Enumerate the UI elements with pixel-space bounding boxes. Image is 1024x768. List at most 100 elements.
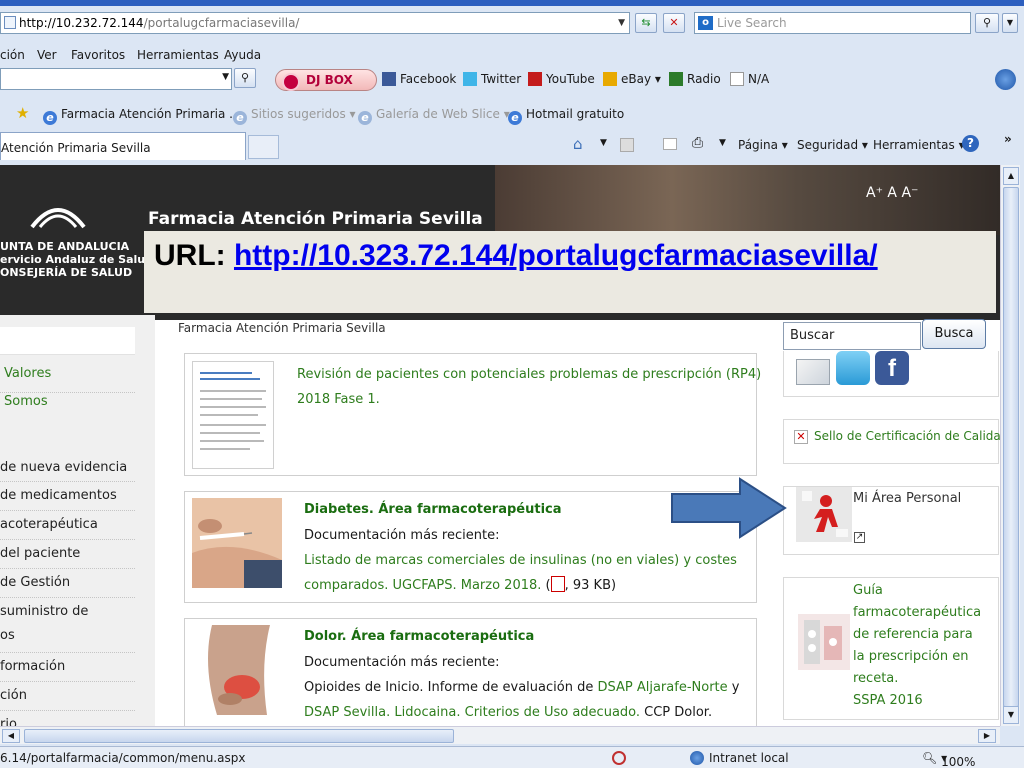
dolor-body: Documentación más reciente: Opioides de …	[304, 650, 739, 725]
annotation-arrow-icon	[671, 477, 787, 539]
menu-ver[interactable]: Ver	[37, 48, 57, 62]
guide-link[interactable]: Guía farmacoterapéutica de referencia pa…	[853, 580, 981, 712]
menu-item-evidencia[interactable]: de nueva evidencia	[0, 453, 135, 482]
dolor-link-sevilla[interactable]: DSAP Sevilla. Lidocaina. Criterios de Us…	[304, 705, 640, 720]
menu-item-gestion[interactable]: de Gestión	[0, 569, 135, 598]
scroll-right-icon[interactable]: ▶	[978, 729, 996, 743]
globe-icon[interactable]	[995, 69, 1016, 90]
dolor-link-aljarafe[interactable]: DSAP Aljarafe-Norte	[597, 680, 727, 695]
diabetes-title[interactable]: Diabetes. Área farmacoterapéutica	[304, 502, 562, 517]
pdf-icon[interactable]	[550, 576, 565, 592]
quality-seal-link[interactable]: ✕ Sello de Certificación de Calidad d	[794, 429, 1000, 444]
menu-favoritos[interactable]: Favoritos	[71, 48, 125, 62]
search-icon[interactable]: ⚲	[234, 68, 256, 88]
command-pagina[interactable]: Página ▾	[738, 138, 788, 152]
toolbar-combo[interactable]: ▼	[0, 68, 232, 90]
diabetes-link-line-1[interactable]: Listado de marcas comerciales de insulin…	[304, 548, 737, 573]
scroll-left-icon[interactable]: ◀	[2, 729, 20, 743]
radio-button[interactable]: Radio	[669, 72, 721, 86]
zoom-control[interactable]: 🔍︎ 100% ▾	[922, 751, 975, 768]
site-title: Farmacia Atención Primaria Sevilla	[148, 209, 483, 229]
vertical-scrollbar[interactable]: ▲ ▼	[1000, 165, 1020, 726]
new-tab-button[interactable]	[248, 135, 279, 159]
favorite-sitios[interactable]: e Sitios sugeridos ▾	[233, 107, 356, 125]
vertical-scroll-thumb[interactable]	[1003, 187, 1019, 707]
font-size-controls[interactable]: A⁺ A A⁻	[866, 185, 918, 201]
favorite-farmacia[interactable]: e Farmacia Atención Primaria ...	[43, 107, 241, 125]
favorite-hotmail-label: Hotmail gratuito	[526, 107, 625, 121]
refresh-icon[interactable]: ⇆	[635, 13, 657, 33]
back-pain-image[interactable]	[192, 625, 282, 715]
chevron-down-icon[interactable]: ▼	[719, 138, 726, 148]
menu-item-suministro-cont[interactable]: os	[0, 624, 135, 653]
stop-icon[interactable]: ✕	[663, 13, 685, 33]
protected-mode-icon[interactable]	[612, 751, 626, 765]
insulin-injection-image[interactable]	[192, 498, 282, 588]
tab-active[interactable]: Atención Primaria Sevilla	[0, 132, 246, 160]
djbox-button[interactable]: DJ BOX	[275, 69, 377, 91]
search-icon[interactable]: ⚲	[975, 13, 999, 33]
scroll-down-icon[interactable]: ▼	[1003, 706, 1019, 724]
status-url: 6.14/portalfarmacia/common/menu.aspx	[0, 751, 246, 765]
twitter-icon[interactable]	[836, 351, 870, 385]
personal-area-image[interactable]	[796, 487, 852, 542]
menu-item-paciente[interactable]: del paciente	[0, 540, 135, 569]
rp4-text[interactable]: Revisión de pacientes con potenciales pr…	[297, 362, 761, 412]
dolor-title[interactable]: Dolor. Área farmacoterapéutica	[304, 629, 534, 644]
help-icon[interactable]: ?	[962, 135, 979, 152]
favorite-galeria[interactable]: e Galería de Web Slice ▾	[358, 107, 510, 125]
favorites-star-icon[interactable]: ★	[16, 104, 29, 122]
menu-item-farmacoterapeutica[interactable]: acoterapéutica	[0, 511, 135, 540]
title-bar-edge	[0, 0, 1024, 6]
guide-line-3: de referencia para	[853, 627, 973, 642]
guide-image[interactable]	[798, 614, 850, 670]
document-thumbnail[interactable]	[192, 361, 274, 469]
chevron-down-icon[interactable]: ▼	[600, 138, 607, 148]
url-link[interactable]: http://10.323.72.144/portalugcfarmaciase…	[234, 239, 878, 272]
live-search-input[interactable]: o Live Search	[694, 12, 971, 34]
menu-item-valores[interactable]: Valores	[0, 363, 135, 393]
horizontal-scrollbar[interactable]: ◀ ▶	[0, 726, 1000, 744]
home-icon[interactable]: ⌂	[573, 135, 583, 153]
address-bar[interactable]: http://10.232.72.144/portalugcfarmaciase…	[0, 12, 630, 34]
personal-area-link[interactable]: Mi Área Personal	[853, 491, 961, 506]
menu-item-formacion[interactable]: formación	[0, 653, 135, 682]
more-commands-icon[interactable]: »	[1004, 132, 1012, 146]
menu-item-medicamentos[interactable]: de medicamentos	[0, 482, 135, 511]
menu-herramientas[interactable]: Herramientas	[137, 48, 219, 62]
youtube-label: YouTube	[546, 72, 595, 86]
status-zone[interactable]: Intranet local	[709, 751, 789, 765]
mail-icon[interactable]	[663, 138, 677, 150]
menu-ayuda[interactable]: Ayuda	[224, 48, 261, 62]
horizontal-scroll-thumb[interactable]	[24, 729, 454, 743]
favorite-hotmail[interactable]: e Hotmail gratuito	[508, 107, 624, 125]
feeds-icon[interactable]	[620, 138, 634, 152]
email-icon[interactable]	[796, 359, 830, 385]
scroll-up-icon[interactable]: ▲	[1003, 167, 1019, 185]
na-button[interactable]: N/A	[730, 72, 769, 86]
menu-item-rio[interactable]: rio	[0, 711, 135, 726]
diabetes-link-line-2[interactable]: comparados. UGCFAPS. Marzo 2018.	[304, 578, 541, 593]
junta-line-3: ONSEJERÍA DE SALUD	[0, 266, 133, 279]
facebook-icon[interactable]: f	[875, 351, 909, 385]
command-herramientas[interactable]: Herramientas ▾	[873, 138, 965, 152]
menu-item-suministro[interactable]: suministro de	[0, 598, 135, 624]
site-search-button[interactable]: Busca	[922, 319, 986, 349]
junta-line-2: ervicio Andaluz de Salud	[0, 253, 153, 266]
site-search-input[interactable]: Buscar	[783, 322, 921, 350]
print-icon[interactable]: ⎙	[692, 135, 703, 151]
youtube-button[interactable]: YouTube	[528, 72, 595, 86]
facebook-button[interactable]: Facebook	[382, 72, 456, 86]
command-herramientas-label: Herramientas	[873, 138, 955, 152]
search-options-icon[interactable]: ▼	[1002, 13, 1018, 33]
menu-item-cion[interactable]: ción	[0, 682, 135, 711]
na-label: N/A	[748, 72, 770, 86]
menu-item-somos[interactable]: Somos	[0, 393, 135, 423]
menu-edicion[interactable]: ción	[0, 48, 25, 62]
command-seguridad[interactable]: Seguridad ▾	[797, 138, 868, 152]
external-link-icon[interactable]: ↗	[854, 532, 865, 543]
radio-icon	[669, 72, 683, 86]
twitter-button[interactable]: Twitter	[463, 72, 521, 86]
ebay-button[interactable]: eBay ▾	[603, 72, 661, 86]
chevron-down-icon[interactable]: ▼	[618, 13, 625, 33]
